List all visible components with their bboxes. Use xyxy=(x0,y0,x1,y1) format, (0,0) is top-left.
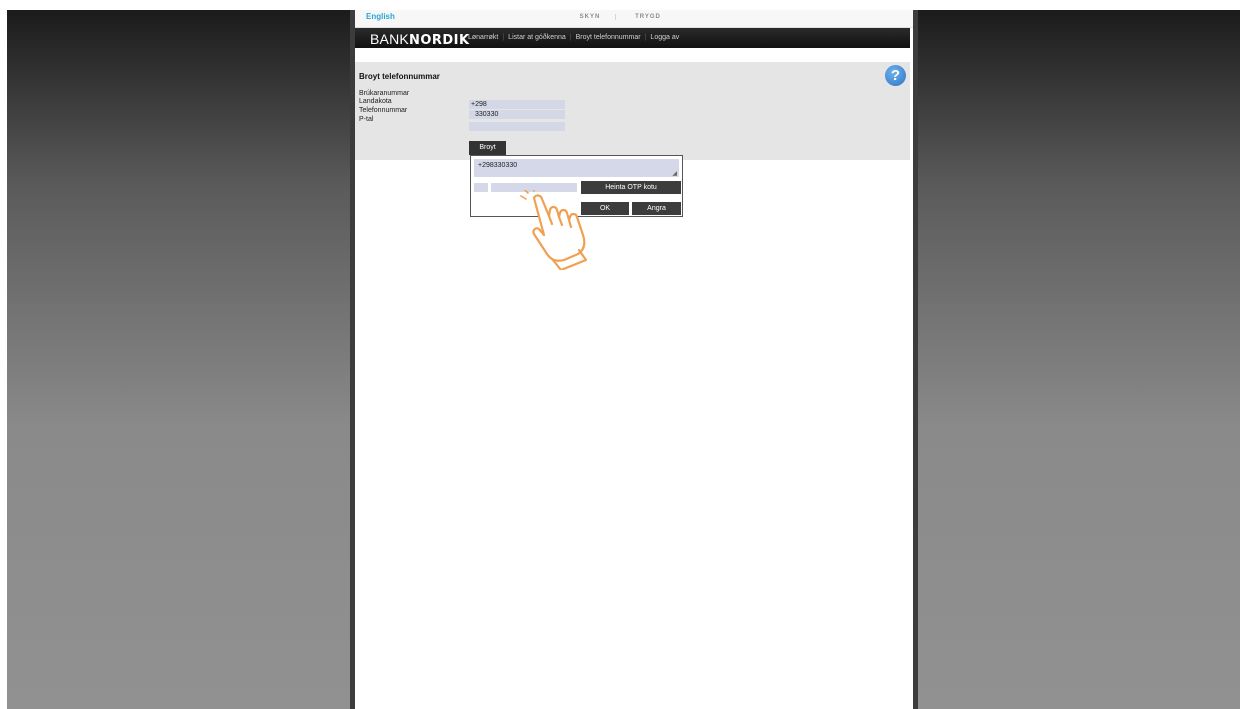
nav-item-lonarrokt[interactable]: Lønarrøkt xyxy=(468,34,498,41)
broyt-button[interactable]: Broyt xyxy=(469,141,506,155)
phone-display-value: +298330330 xyxy=(478,162,518,169)
nav-separator: | xyxy=(644,34,647,41)
cancel-button[interactable]: Angra xyxy=(632,202,681,215)
label-phone-number: Telefonnummar xyxy=(359,107,408,114)
change-phone-panel: Broyt telefonnummar ? Brúkaranummar Land… xyxy=(355,62,910,160)
nav-separator: | xyxy=(502,34,505,41)
help-question-icon[interactable]: ? xyxy=(885,65,906,86)
otp-prefix-field[interactable] xyxy=(474,183,488,192)
page-title: Broyt telefonnummar xyxy=(359,72,440,81)
phone-number-field[interactable]: 330330 xyxy=(469,110,565,119)
p-tal-field[interactable] xyxy=(469,122,565,131)
right-backdrop xyxy=(918,10,1240,709)
phone-display-textarea[interactable]: +298330330 ◢ xyxy=(474,159,679,177)
label-user-number: Brúkaranummar xyxy=(359,90,410,97)
skyn-logo[interactable]: SKYN xyxy=(565,14,616,20)
trygd-logo[interactable]: TRYGD xyxy=(623,14,673,20)
nav-item-logga-av[interactable]: Logga av xyxy=(650,34,679,41)
page: English SKYN TRYGD BANKNORDIK Lønarrøkt |… xyxy=(355,10,913,709)
top-bar: English SKYN TRYGD xyxy=(355,10,913,28)
nav-separator: | xyxy=(569,34,572,41)
get-otp-button[interactable]: Heinta OTP kotu xyxy=(581,181,681,194)
label-country-code: Landakota xyxy=(359,98,392,105)
label-p-tal: P-tal xyxy=(359,116,374,123)
right-frame-border xyxy=(913,10,918,709)
main-navbar: BANKNORDIK Lønarrøkt | Listar at góðkenna |… xyxy=(355,28,910,48)
bank-nordik-logo[interactable]: BANKNORDIK xyxy=(370,31,470,48)
resize-grip-icon[interactable]: ◢ xyxy=(672,170,677,177)
language-link[interactable]: English xyxy=(366,12,395,21)
left-backdrop xyxy=(7,10,350,709)
logo-light-text: BANK xyxy=(370,31,409,47)
nav-item-listar-at-godkenna[interactable]: Listar at góðkenna xyxy=(508,34,566,41)
country-code-field[interactable]: +298 xyxy=(469,100,565,109)
nav-item-broyt-telefonnummar[interactable]: Broyt telefonnummar xyxy=(576,34,641,41)
nav-links: Lønarrøkt | Listar at góðkenna | Broyt telef… xyxy=(468,34,679,41)
hand-pointer-icon xyxy=(520,190,588,270)
logo-bold-text: NORDIK xyxy=(408,33,470,48)
